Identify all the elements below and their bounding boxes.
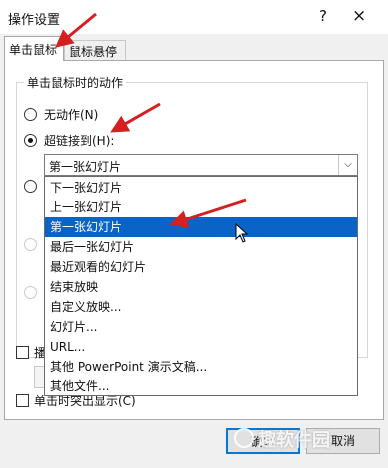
option-prev-slide[interactable]: 上一张幻灯片 <box>45 197 357 217</box>
watermark-text: 趣软件园 <box>258 430 330 451</box>
option-url[interactable]: URL... <box>45 337 357 357</box>
help-button[interactable]: ? <box>319 7 327 25</box>
watermark-logo-icon <box>234 428 254 448</box>
no-action-label: 无动作(N) <box>44 108 99 122</box>
mouse-cursor-icon <box>235 223 249 243</box>
hyperlink-dropdown-list: 下一张幻灯片 上一张幻灯片 第一张幻灯片 最后一张幻灯片 最近观看的幻灯片 结束… <box>44 176 358 396</box>
tab-mouse-click[interactable]: 单击鼠标 <box>4 36 64 61</box>
run-program-radio[interactable] <box>24 180 37 193</box>
no-action-radio[interactable] <box>24 108 37 121</box>
option-first-slide[interactable]: 第一张幻灯片 <box>45 217 357 237</box>
run-macro-radio[interactable] <box>24 238 37 251</box>
option-next-slide[interactable]: 下一张幻灯片 <box>45 178 357 198</box>
close-button[interactable]: × <box>352 6 366 26</box>
option-end-show[interactable]: 结束放映 <box>45 277 357 297</box>
highlight-click-checkbox[interactable] <box>16 394 29 407</box>
hyperlink-label: 超链接到(H): <box>44 134 115 148</box>
action-group-title: 单击鼠标时的动作 <box>24 74 127 91</box>
option-last-slide[interactable]: 最后一张幻灯片 <box>45 237 357 257</box>
chevron-down-icon[interactable]: ⌵ <box>338 155 357 175</box>
object-action-radio[interactable] <box>24 286 37 299</box>
hyperlink-target-select[interactable]: 第一张幻灯片 ⌵ <box>44 154 358 176</box>
option-other-file[interactable]: 其他文件... <box>45 376 357 396</box>
play-sound-checkbox[interactable] <box>16 346 29 359</box>
dialog-title: 操作设置 <box>8 13 61 28</box>
tab-mouse-over[interactable]: 鼠标悬停 <box>64 40 126 60</box>
selected-value: 第一张幻灯片 <box>49 160 122 174</box>
option-other-presentation[interactable]: 其他 PowerPoint 演示文稿... <box>45 357 357 377</box>
hyperlink-radio[interactable] <box>24 134 37 147</box>
option-slide[interactable]: 幻灯片... <box>45 317 357 337</box>
option-last-viewed[interactable]: 最近观看的幻灯片 <box>45 257 357 277</box>
option-custom-show[interactable]: 自定义放映... <box>45 297 357 317</box>
sound-select[interactable] <box>34 366 44 388</box>
